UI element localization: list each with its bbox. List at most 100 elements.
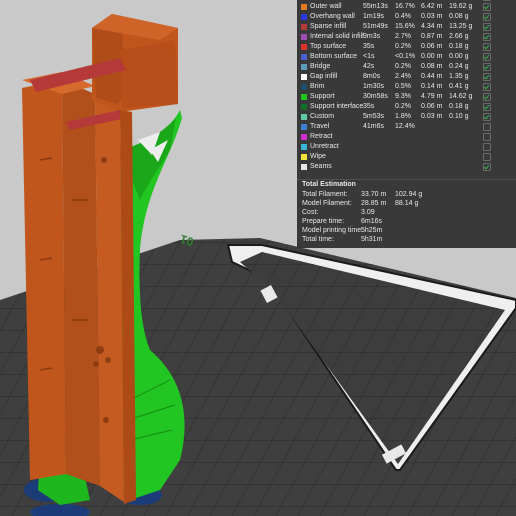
total-label: Model printing time: [302, 227, 364, 234]
legend-time: 41m6s [363, 123, 385, 130]
legend-time: <1s [363, 53, 375, 60]
legend-visibility-checkbox[interactable] [483, 63, 491, 71]
legend-length: 0.08 m [421, 63, 443, 70]
total-label: Prepare time: [302, 218, 345, 225]
legend-weight: 13.25 g [449, 23, 473, 30]
legend-percent: 15.6% [395, 23, 415, 30]
legend-visibility-checkbox[interactable] [483, 53, 491, 61]
legend-percent: 2.7% [395, 33, 411, 40]
legend-length: 0.03 m [421, 13, 443, 20]
legend-name: Gap infill [310, 73, 338, 80]
legend-row: Custom 5m53s 1.8% 0.03 m 0.10 g [297, 112, 516, 122]
legend-row: Overhang wall 1m19s 0.4% 0.03 m 0.08 g [297, 12, 516, 22]
legend-weight: 0.00 g [449, 53, 469, 60]
legend-weight: 0.24 g [449, 63, 469, 70]
legend-length: 0.87 m [421, 33, 443, 40]
legend-visibility-checkbox[interactable] [483, 113, 491, 121]
legend-visibility-checkbox[interactable] [483, 103, 491, 111]
legend-row: Wipe [297, 152, 516, 162]
legend-row: Travel 41m6s 12.4% [297, 122, 516, 132]
legend-length: 4.34 m [421, 23, 443, 30]
legend-weight: 2.66 g [449, 33, 469, 40]
legend-row: Retract [297, 132, 516, 142]
legend-row: Seams [297, 162, 516, 172]
legend-swatch [301, 54, 307, 60]
legend-swatch [301, 114, 307, 120]
divider [297, 179, 516, 180]
legend-time: 30m58s [363, 93, 388, 100]
legend-weight: 0.41 g [449, 83, 469, 90]
legend-name: Support interface [310, 103, 364, 110]
total-row: Total time: 5h31m [302, 236, 512, 245]
legend-row: Sparse infill 51m49s 15.6% 4.34 m 13.25 g [297, 22, 516, 32]
legend-row: Support 30m58s 9.3% 4.79 m 14.62 g [297, 92, 516, 102]
legend-visibility-checkbox[interactable] [483, 83, 491, 91]
legend-percent: 12.4% [395, 123, 415, 130]
legend-swatch [301, 24, 307, 30]
legend-time: 55m13s [363, 3, 388, 10]
legend-weight: 1.35 g [449, 73, 469, 80]
legend-row: Bridge 42s 0.2% 0.08 m 0.24 g [297, 62, 516, 72]
legend-length: 6.42 m [421, 3, 443, 10]
legend-name: Support [310, 93, 335, 100]
plate-number: 01 [178, 232, 195, 249]
legend-visibility-checkbox[interactable] [483, 123, 491, 131]
total-value: 28.85 m [361, 200, 387, 207]
legend-name: Travel [310, 123, 330, 130]
legend-visibility-checkbox[interactable] [483, 0, 491, 1]
legend-visibility-checkbox[interactable] [483, 163, 491, 171]
legend-name: Outer wall [310, 3, 342, 10]
legend-time: 35s [363, 103, 375, 110]
total-estimation-title: Total Estimation [302, 181, 356, 188]
legend-length: 0.14 m [421, 83, 443, 90]
legend-visibility-checkbox[interactable] [483, 93, 491, 101]
total-value-weight: 88.14 g [395, 200, 419, 207]
legend-time: 1m30s [363, 83, 385, 90]
legend-visibility-checkbox[interactable] [483, 43, 491, 51]
legend-percent: <0.1% [395, 53, 416, 60]
total-row: Total Filament: 33.70 m 102.94 g [302, 191, 512, 200]
legend-row: Gap infill 8m0s 2.4% 0.44 m 1.35 g [297, 72, 516, 82]
legend-visibility-checkbox[interactable] [483, 73, 491, 81]
legend-swatch [301, 4, 307, 10]
legend-length: 0.00 m [421, 53, 443, 60]
total-value-weight: 102.94 g [395, 191, 423, 198]
legend-time: 8m0s [363, 73, 381, 80]
legend-weight: 19.62 g [449, 3, 473, 10]
legend-name: Sparse infill [310, 23, 347, 30]
legend-visibility-checkbox[interactable] [483, 23, 491, 31]
legend-name: Custom [310, 113, 335, 120]
legend-length: 0.44 m [421, 73, 443, 80]
legend-name: Bottom surface [310, 53, 358, 60]
legend-percent: 1.8% [395, 113, 411, 120]
legend-row: Support interface 35s 0.2% 0.06 m 0.18 g [297, 102, 516, 112]
total-label: Cost: [302, 209, 319, 216]
slice-legend-panel: Inner wall2h4m37.5%10.43 m30.23 gOuter w… [297, 0, 516, 248]
legend-length: 4.79 m [421, 93, 443, 100]
legend-row: Top surface 35s 0.2% 0.06 m 0.18 g [297, 42, 516, 52]
legend-swatch [301, 104, 307, 110]
legend-visibility-checkbox[interactable] [483, 13, 491, 21]
legend-time: 5m53s [363, 113, 385, 120]
legend-row: Outer wall 55m13s 16.7% 6.42 m 19.62 g [297, 2, 516, 12]
legend-visibility-checkbox[interactable] [483, 133, 491, 141]
legend-name: Retract [310, 133, 333, 140]
legend-swatch [301, 14, 307, 20]
legend-swatch [301, 74, 307, 80]
total-row: Prepare time: 6m16s [302, 218, 512, 227]
total-label: Total time: [302, 236, 334, 243]
legend-weight: 0.10 g [449, 113, 469, 120]
total-value: 5h31m [361, 236, 383, 243]
total-value: 33.70 m [361, 191, 387, 198]
legend-time: 51m49s [363, 23, 388, 30]
legend-visibility-checkbox[interactable] [483, 143, 491, 151]
legend-visibility-checkbox[interactable] [483, 153, 491, 161]
legend-row: Brim 1m30s 0.5% 0.14 m 0.41 g [297, 82, 516, 92]
legend-visibility-checkbox[interactable] [483, 3, 491, 11]
legend-name: Overhang wall [310, 13, 355, 20]
legend-name: Wipe [310, 153, 326, 160]
legend-time: 1m19s [363, 13, 385, 20]
legend-visibility-checkbox[interactable] [483, 33, 491, 41]
legend-time: 35s [363, 43, 375, 50]
total-row: Model Filament: 28.85 m 88.14 g [302, 200, 512, 209]
